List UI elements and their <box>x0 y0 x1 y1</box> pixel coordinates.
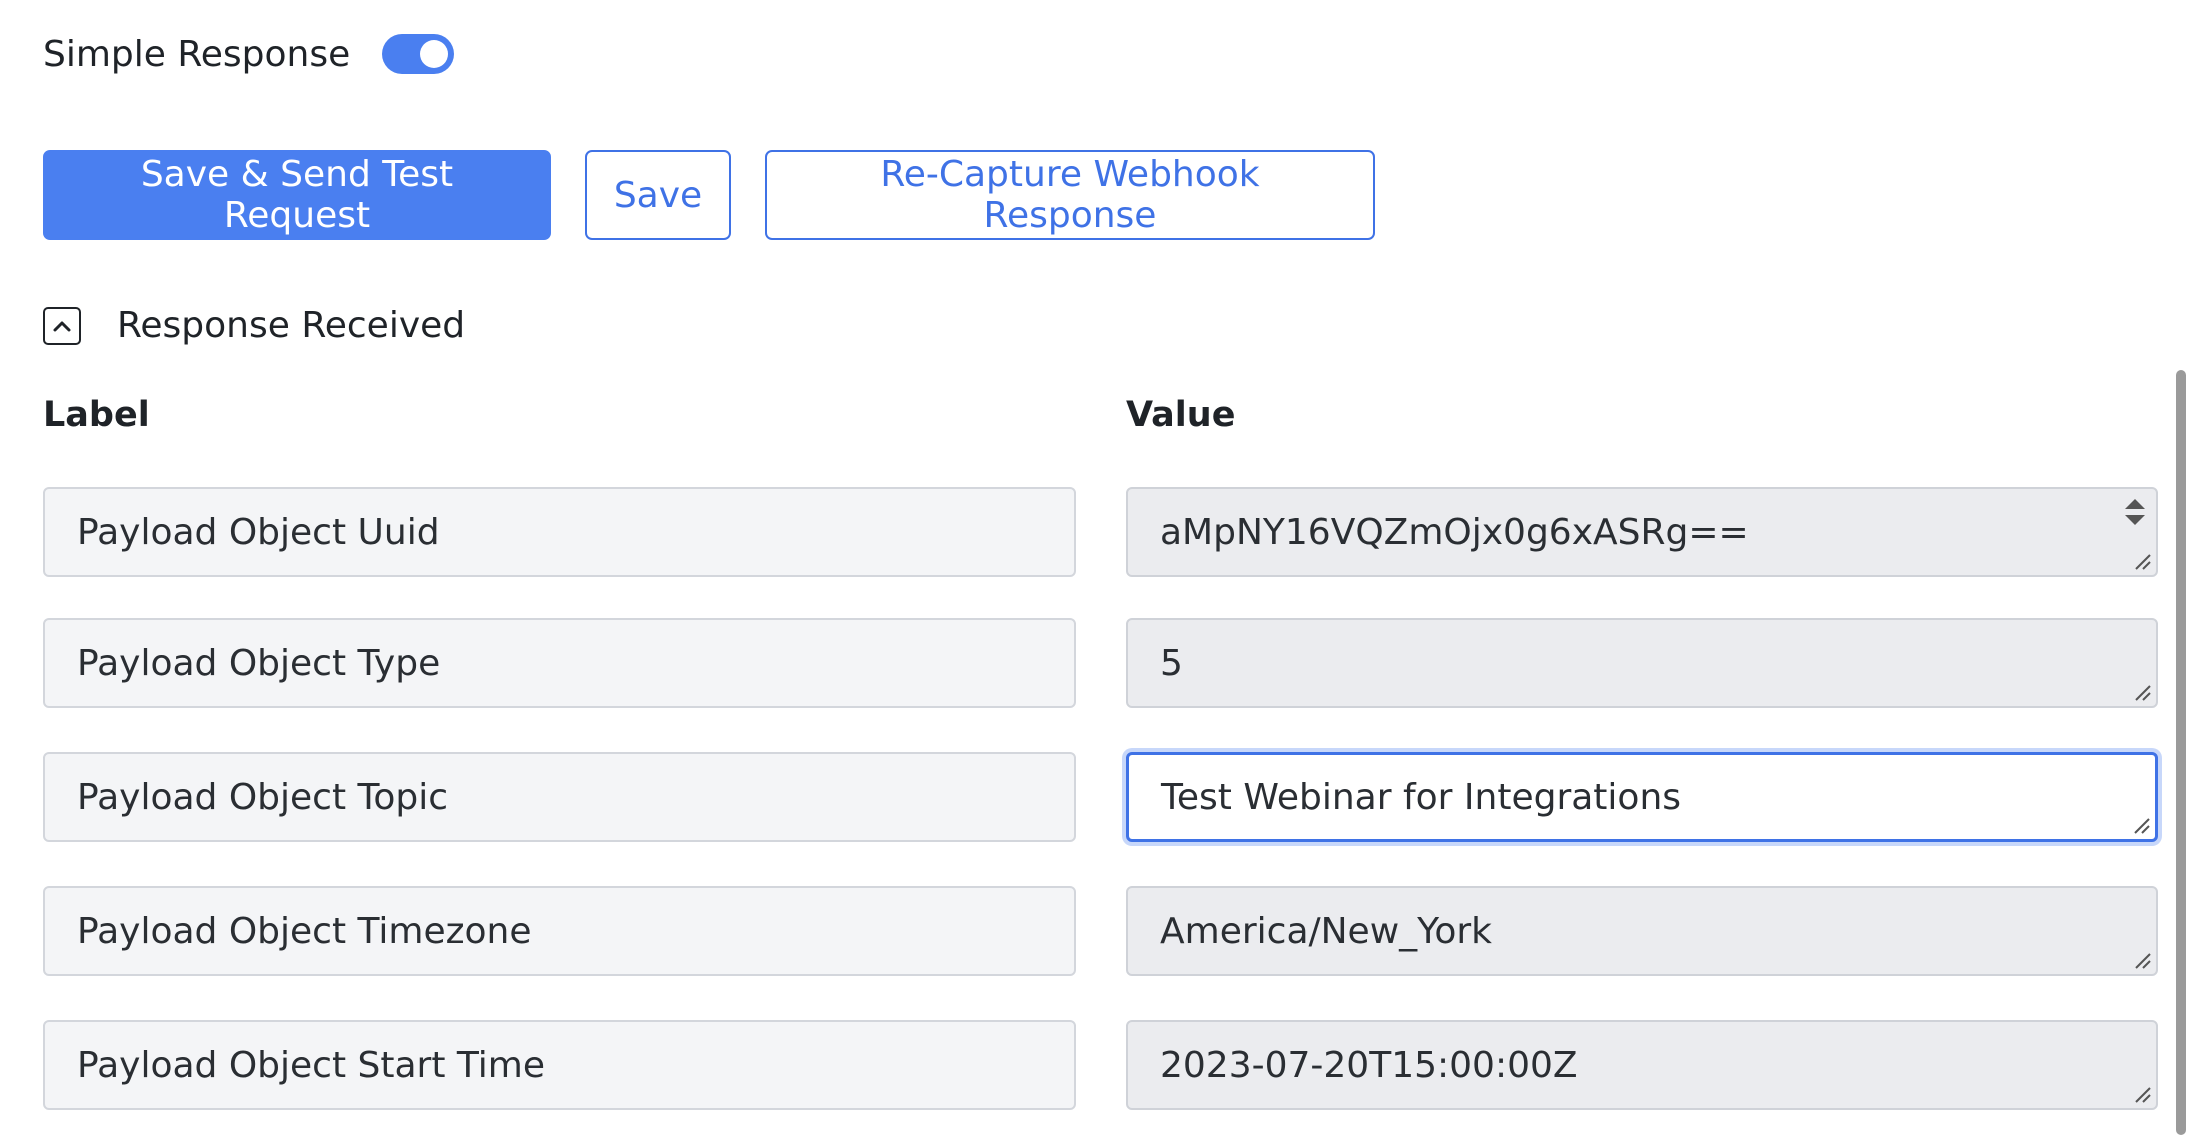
label-field[interactable]: Payload Object Uuid <box>43 487 1076 577</box>
response-received-header: Response Received <box>43 305 465 346</box>
label-column-header: Label <box>43 395 150 435</box>
value-field[interactable]: aMpNY16VQZmOjx0g6xASRg== <box>1126 487 2158 577</box>
label-field[interactable]: Payload Object Timezone <box>43 886 1076 976</box>
label-field[interactable]: Payload Object Type <box>43 618 1076 708</box>
spinner-arrows-icon <box>2125 499 2145 525</box>
value-field[interactable]: America/New_York <box>1126 886 2158 976</box>
value-field[interactable]: 5 <box>1126 618 2158 708</box>
scrollbar-thumb[interactable] <box>2176 370 2186 1135</box>
chevron-up-icon <box>53 321 71 331</box>
value-column-header: Value <box>1126 395 1236 435</box>
webhook-response-panel: Simple Response Save & Send Test Request… <box>0 0 2188 1135</box>
action-buttons: Save & Send Test Request Save Re-Capture… <box>43 150 1375 240</box>
simple-response-toggle[interactable] <box>382 34 455 74</box>
value-text: Test Webinar for Integrations <box>1161 776 1682 818</box>
resize-grip-icon[interactable] <box>2130 549 2152 571</box>
value-text: America/New_York <box>1160 910 1493 952</box>
label-field[interactable]: Payload Object Topic <box>43 752 1076 842</box>
resize-grip-icon[interactable] <box>2130 1082 2152 1104</box>
value-text: 2023-07-20T15:00:00Z <box>1160 1044 1578 1086</box>
scrollbar-track[interactable] <box>2174 0 2188 1135</box>
save-button[interactable]: Save <box>585 150 731 240</box>
value-text: aMpNY16VQZmOjx0g6xASRg== <box>1160 511 1749 553</box>
resize-grip-icon[interactable] <box>2129 813 2151 835</box>
collapse-toggle-button[interactable] <box>43 306 81 345</box>
value-field-focused[interactable]: Test Webinar for Integrations <box>1126 752 2158 842</box>
simple-response-label: Simple Response <box>43 33 351 75</box>
save-send-test-request-button[interactable]: Save & Send Test Request <box>43 150 551 240</box>
resize-grip-icon[interactable] <box>2130 680 2152 702</box>
resize-grip-icon[interactable] <box>2130 948 2152 970</box>
simple-response-row: Simple Response <box>43 26 455 82</box>
value-field[interactable]: 2023-07-20T15:00:00Z <box>1126 1020 2158 1110</box>
toggle-knob <box>420 40 449 68</box>
response-received-title: Response Received <box>117 305 466 346</box>
label-field[interactable]: Payload Object Start Time <box>43 1020 1076 1110</box>
value-text: 5 <box>1160 642 1183 684</box>
recapture-webhook-response-button[interactable]: Re-Capture Webhook Response <box>765 150 1375 240</box>
